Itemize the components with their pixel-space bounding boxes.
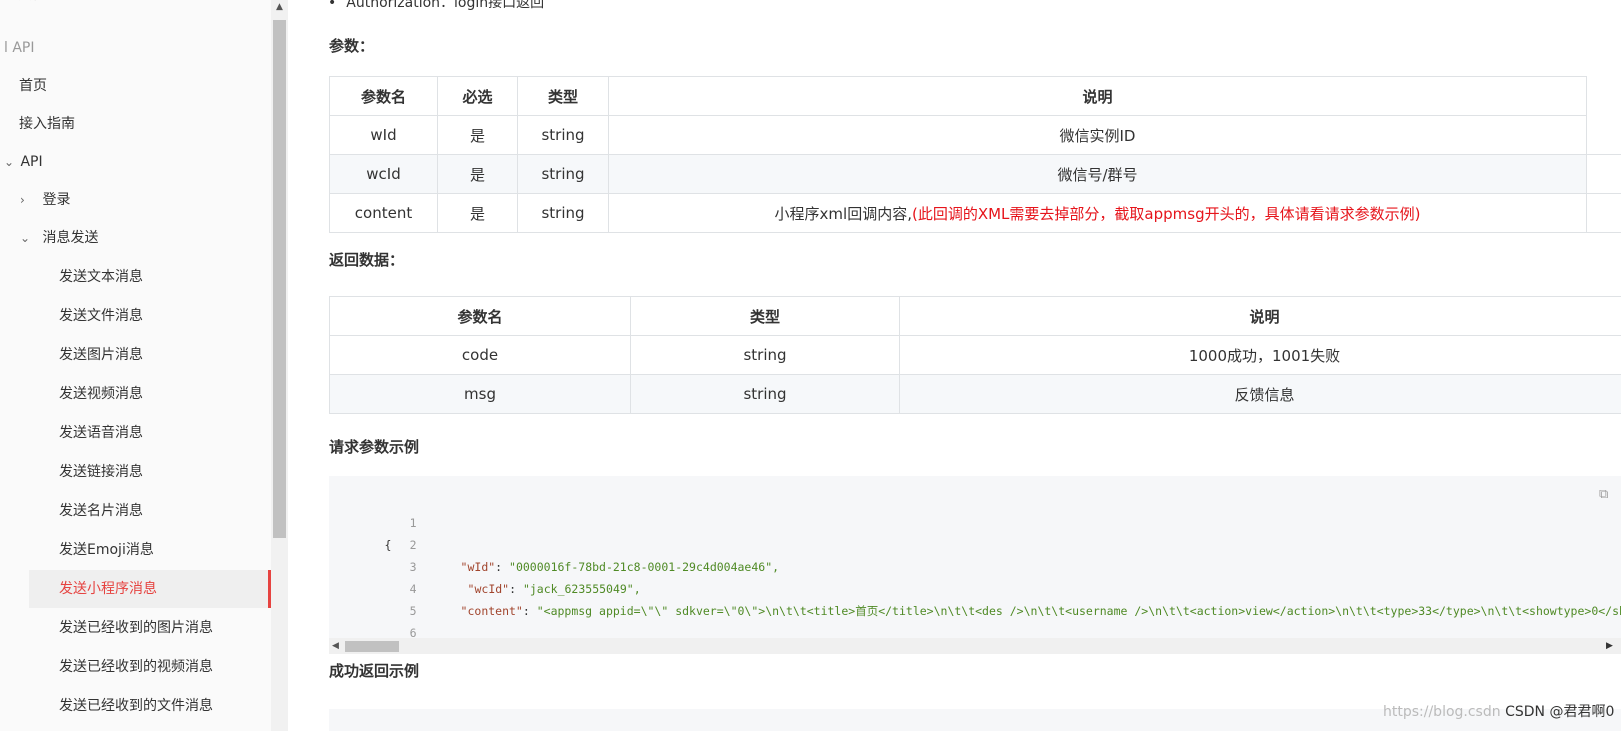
desc-text: 小程序xml回调内容,: [774, 204, 912, 223]
table-header: 类型: [517, 76, 609, 116]
table-cell: 是: [437, 115, 518, 155]
desc-warning-text: (此回调的XML需要去掉部分，截取appmsg开头的，具体请看请求参数示例): [911, 204, 1421, 223]
request-example-heading: 请求参数示例: [329, 438, 420, 456]
table-header-row: 参数名 类型 说明: [329, 296, 1621, 336]
sidebar-top-label: 文档目录: [18, 0, 271, 14]
sidebar-item-send-link[interactable]: 发送链接消息: [59, 453, 271, 491]
table-cell-content-desc: 小程序xml回调内容,(此回调的XML需要去掉部分，截取appmsg开头的，具体…: [608, 193, 1587, 233]
code-line: 5 "content": "<appmsg appid=\"\" sdkver=\…: [329, 578, 1621, 618]
table-header-row: 参数名 必选 类型 说明: [329, 76, 1621, 116]
params-heading: 参数：: [329, 37, 375, 55]
sidebar-item-forward-file[interactable]: 发送已经收到的文件消息: [59, 687, 271, 725]
watermark-url: https://blog.csdn: [1383, 704, 1501, 720]
sidebar-item-forward-image[interactable]: 发送已经收到的图片消息: [59, 609, 271, 647]
table-cell: 微信号/群号: [608, 154, 1587, 194]
sidebar: 文档目录 l API 首页 接入指南 ⌄ API › 登录 ⌄ 消息发送 发送文…: [0, 0, 271, 731]
sidebar-item-login[interactable]: › 登录: [20, 181, 271, 219]
table-cell: content: [329, 193, 438, 233]
auth-bullet: Authorization：login接口返回: [328, 0, 544, 12]
sidebar-item-label: 登录: [42, 192, 71, 208]
table-cell-empty: [1586, 154, 1621, 194]
copy-icon[interactable]: ⧉: [1599, 488, 1613, 502]
sidebar-item-message-send[interactable]: ⌄ 消息发送: [20, 219, 271, 257]
chevron-down-icon: ⌄: [20, 231, 31, 245]
table-header: 参数名: [329, 296, 631, 336]
scroll-right-arrow-icon[interactable]: ▶: [1606, 638, 1613, 654]
table-cell: wcId: [329, 154, 438, 194]
chevron-right-icon: ›: [20, 193, 25, 207]
return-heading: 返回数据：: [329, 251, 405, 269]
sidebar-item-label: 发送小程序消息: [59, 581, 157, 597]
sidebar-item-label: 消息发送: [42, 230, 99, 246]
sidebar-item-send-miniprogram[interactable]: 发送小程序消息: [29, 570, 271, 608]
table-header: 必选: [437, 76, 518, 116]
sidebar-item-send-text[interactable]: 发送文本消息: [59, 258, 271, 296]
main-content: Authorization：login接口返回 参数： 参数名 必选 类型 说明…: [288, 0, 1621, 731]
table-cell: 是: [437, 154, 518, 194]
watermark: https://blog.csdn CSDN @君君啊0: [1383, 701, 1614, 721]
sidebar-item-forward-video[interactable]: 发送已经收到的视频消息: [59, 648, 271, 686]
code-key: "content": [460, 604, 523, 618]
chevron-down-icon: ⌄: [4, 155, 15, 169]
table-cell: msg: [329, 374, 631, 414]
table-header-empty: [1586, 76, 1621, 116]
table-cell: 1000成功，1001失败: [899, 335, 1621, 375]
sidebar-scrollbar-thumb[interactable]: [273, 20, 286, 538]
request-code-block[interactable]: ⧉ 1 { 2 3 "wId": "0000016f-78bd-21c8-0001…: [329, 476, 1621, 654]
table-row: code string 1000成功，1001失败: [329, 335, 1621, 375]
table-cell: string: [630, 335, 900, 375]
table-row: msg string 反馈信息: [329, 374, 1621, 414]
return-table: 参数名 类型 说明 code string 1000成功，1001失败 msg …: [329, 296, 1621, 414]
sidebar-item-send-image[interactable]: 发送图片消息: [59, 336, 271, 374]
table-row: wId 是 string 微信实例ID: [329, 115, 1621, 155]
sidebar-section-api[interactable]: l API: [4, 29, 271, 67]
table-header: 说明: [608, 76, 1587, 116]
table-cell: wId: [329, 115, 438, 155]
table-cell: string: [517, 154, 609, 194]
sidebar-item-send-card[interactable]: 发送名片消息: [59, 492, 271, 530]
table-row: wcId 是 string 微信号/群号: [329, 154, 1621, 194]
sidebar-item-home[interactable]: 首页: [19, 67, 271, 105]
sidebar-item-send-emoji[interactable]: 发送Emoji消息: [59, 531, 271, 569]
table-cell-empty: [1586, 193, 1621, 233]
table-header: 参数名: [329, 76, 438, 116]
table-cell: code: [329, 335, 631, 375]
success-example-heading: 成功返回示例: [329, 662, 420, 680]
sidebar-item-api[interactable]: ⌄ API: [4, 143, 271, 181]
table-header: 类型: [630, 296, 900, 336]
code-scrollbar-thumb[interactable]: [345, 641, 399, 652]
code-horizontal-scrollbar[interactable]: ◀ ▶: [329, 638, 1621, 654]
scroll-left-arrow-icon[interactable]: ◀: [332, 638, 339, 654]
table-cell: 是: [437, 193, 518, 233]
watermark-brand: CSDN @君君啊0: [1505, 704, 1615, 720]
table-header: 说明: [899, 296, 1621, 336]
code-line: 6 }: [329, 600, 417, 654]
table-cell: string: [517, 115, 609, 155]
table-cell: 反馈信息: [899, 374, 1621, 414]
code-line: 2: [329, 512, 417, 552]
params-table: 参数名 必选 类型 说明 wId 是 string 微信实例ID wcId 是 …: [329, 76, 1621, 233]
table-cell: 微信实例ID: [608, 115, 1587, 155]
code-value: "<appmsg appid=\"\" sdkver=\"0\">\n\t\t<…: [536, 604, 1621, 618]
table-cell: string: [517, 193, 609, 233]
code-line: 4 "wcId": "jack_623555049",: [329, 556, 641, 596]
code-line: 1 {: [329, 490, 417, 552]
code-line: 3 "wId": "0000016f-78bd-21c8-0001-29c4d00…: [329, 534, 779, 574]
table-cell: string: [630, 374, 900, 414]
sidebar-item-guide[interactable]: 接入指南: [19, 105, 271, 143]
sidebar-item-send-video[interactable]: 发送视频消息: [59, 375, 271, 413]
table-row: content 是 string 小程序xml回调内容,(此回调的XML需要去掉…: [329, 193, 1621, 233]
table-cell-empty: [1586, 115, 1621, 155]
sidebar-item-send-file[interactable]: 发送文件消息: [59, 297, 271, 335]
sidebar-item-label: API: [20, 154, 43, 170]
scroll-up-arrow-icon[interactable]: ▲: [271, 0, 288, 16]
sidebar-item-send-voice[interactable]: 发送语音消息: [59, 414, 271, 452]
